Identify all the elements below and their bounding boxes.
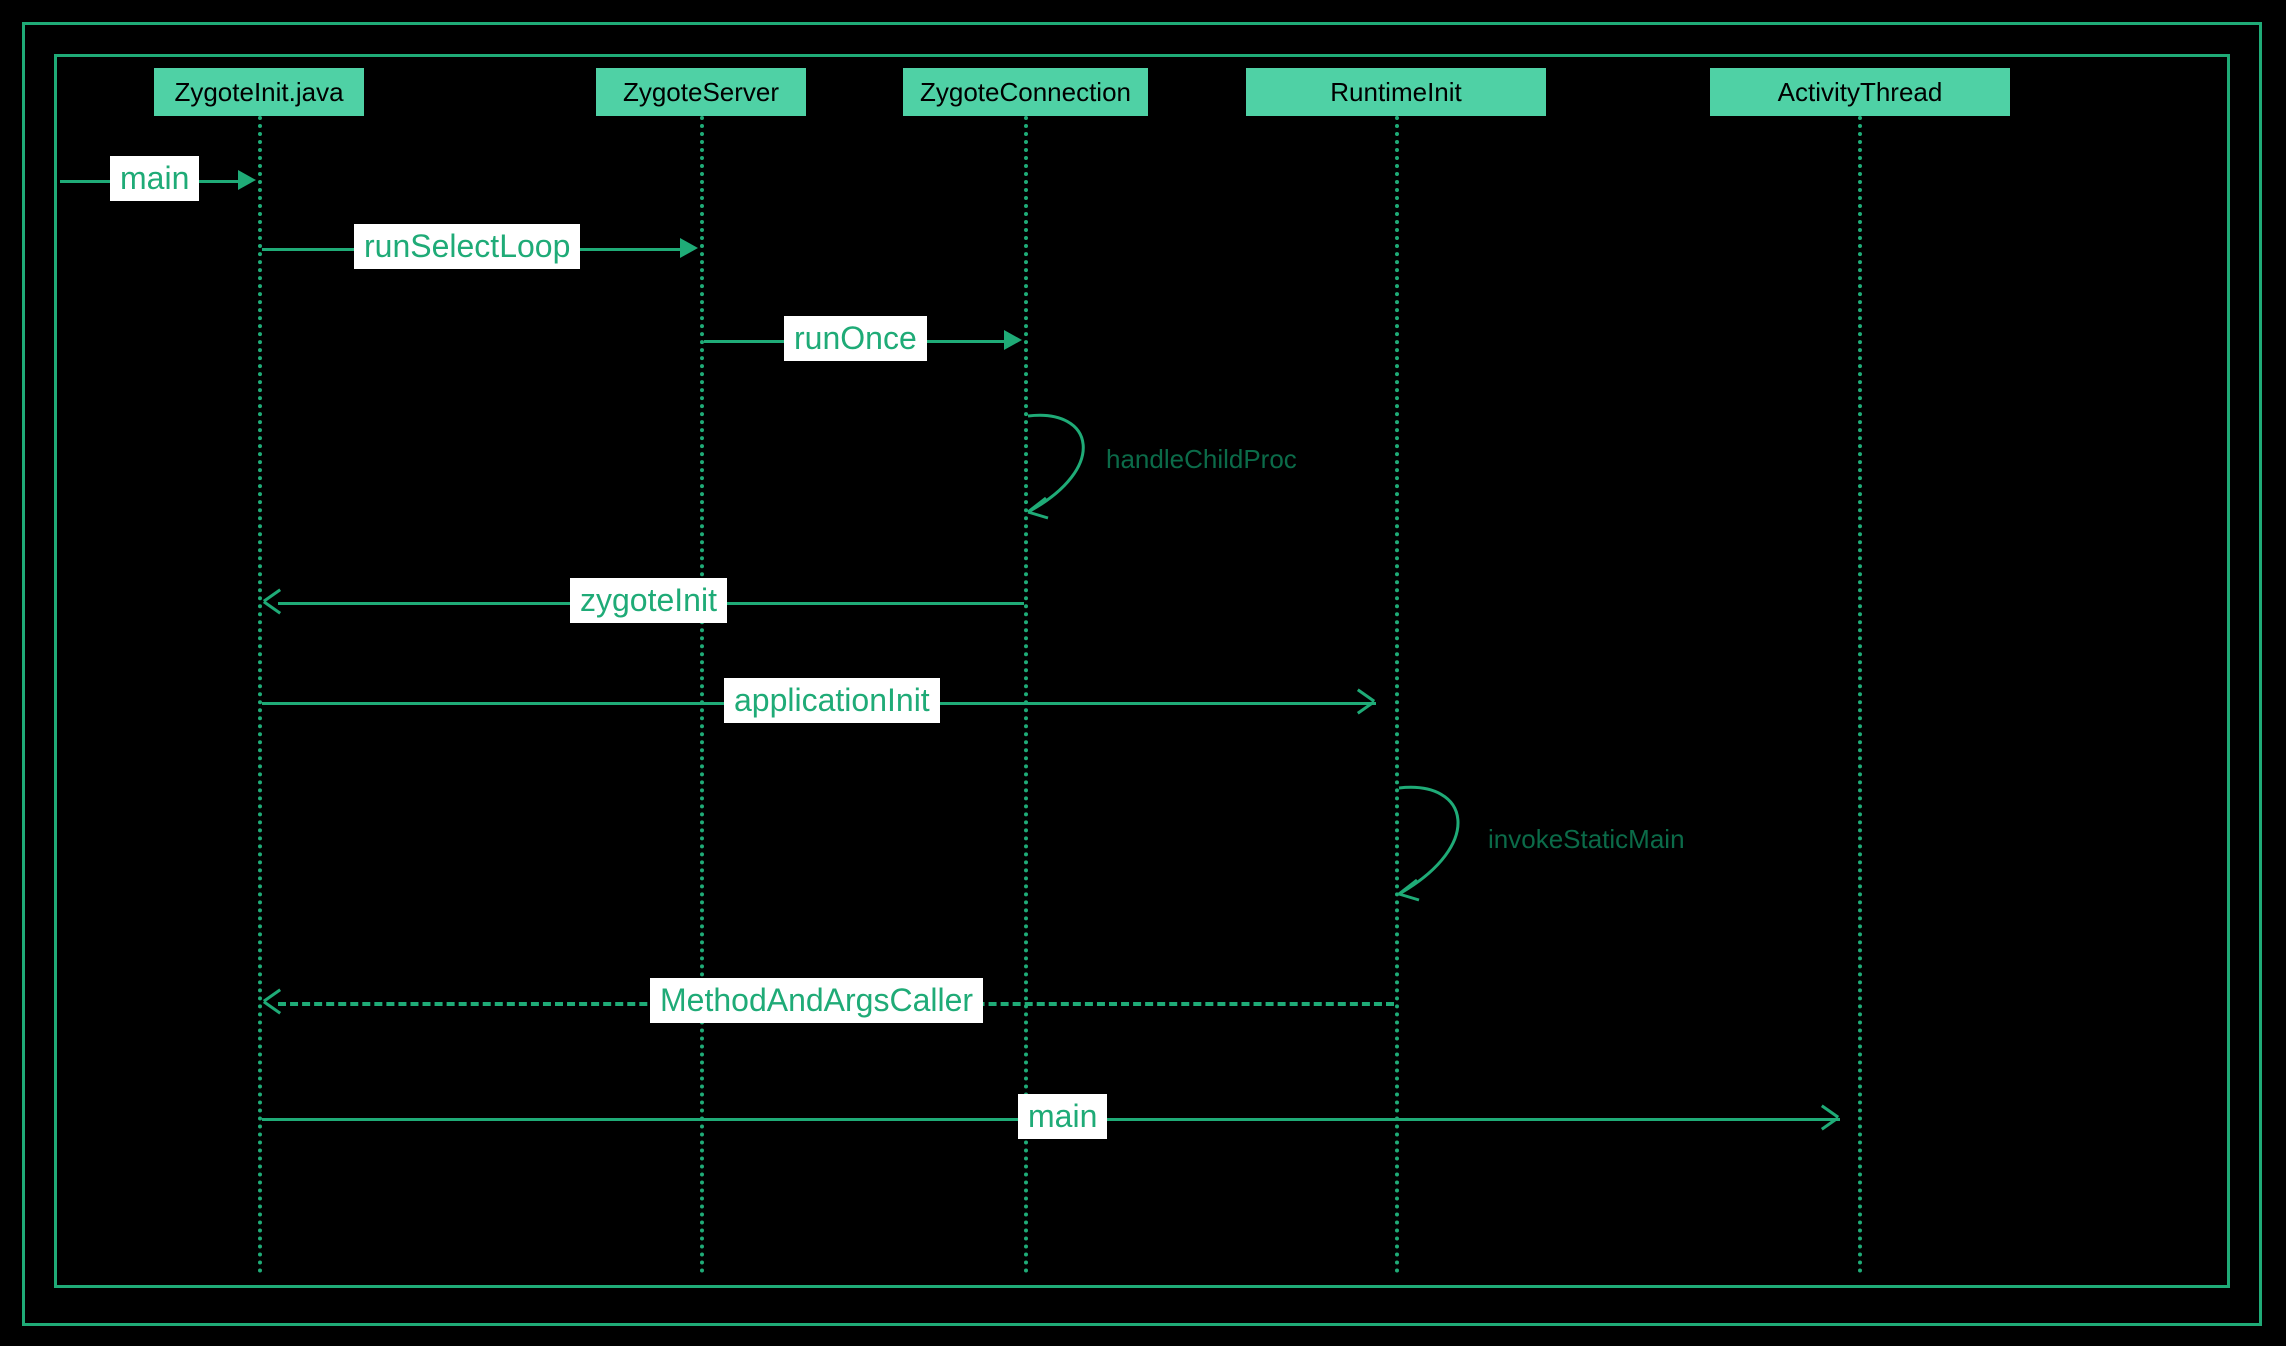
- participant-zygoteconnection: ZygoteConnection: [903, 68, 1148, 116]
- lifeline-zygoteinit: [258, 116, 262, 1274]
- participant-label: RuntimeInit: [1330, 77, 1462, 108]
- arrowhead: [1004, 330, 1022, 350]
- message-methodandargscaller: MethodAndArgsCaller: [650, 978, 983, 1023]
- participant-label: ZygoteInit.java: [174, 77, 343, 108]
- message-handlechildproc: handleChildProc: [1106, 444, 1297, 475]
- message-runonce: runOnce: [784, 316, 927, 361]
- arrowhead: [680, 238, 698, 258]
- arrowhead: [238, 170, 256, 190]
- lifeline-zygoteserver: [700, 116, 704, 1274]
- message-main-out: main: [1018, 1094, 1107, 1139]
- participant-label: ZygoteServer: [623, 77, 779, 108]
- participant-zygoteserver: ZygoteServer: [596, 68, 806, 116]
- message-runselectloop: runSelectLoop: [354, 224, 580, 269]
- participant-zygoteinit: ZygoteInit.java: [154, 68, 364, 116]
- participant-activitythread: ActivityThread: [1710, 68, 2010, 116]
- lifeline-activitythread: [1858, 116, 1862, 1274]
- participant-label: ZygoteConnection: [920, 77, 1131, 108]
- self-loop-invokestaticmain: [1395, 780, 1495, 910]
- lifeline-runtimeinit: [1395, 116, 1399, 1274]
- participant-runtimeinit: RuntimeInit: [1246, 68, 1546, 116]
- message-zygoteinit: zygoteInit: [570, 578, 727, 623]
- message-applicationinit: applicationInit: [724, 678, 940, 723]
- message-invokestaticmain: invokeStaticMain: [1488, 824, 1685, 855]
- participant-label: ActivityThread: [1778, 77, 1943, 108]
- message-main: main: [110, 156, 199, 201]
